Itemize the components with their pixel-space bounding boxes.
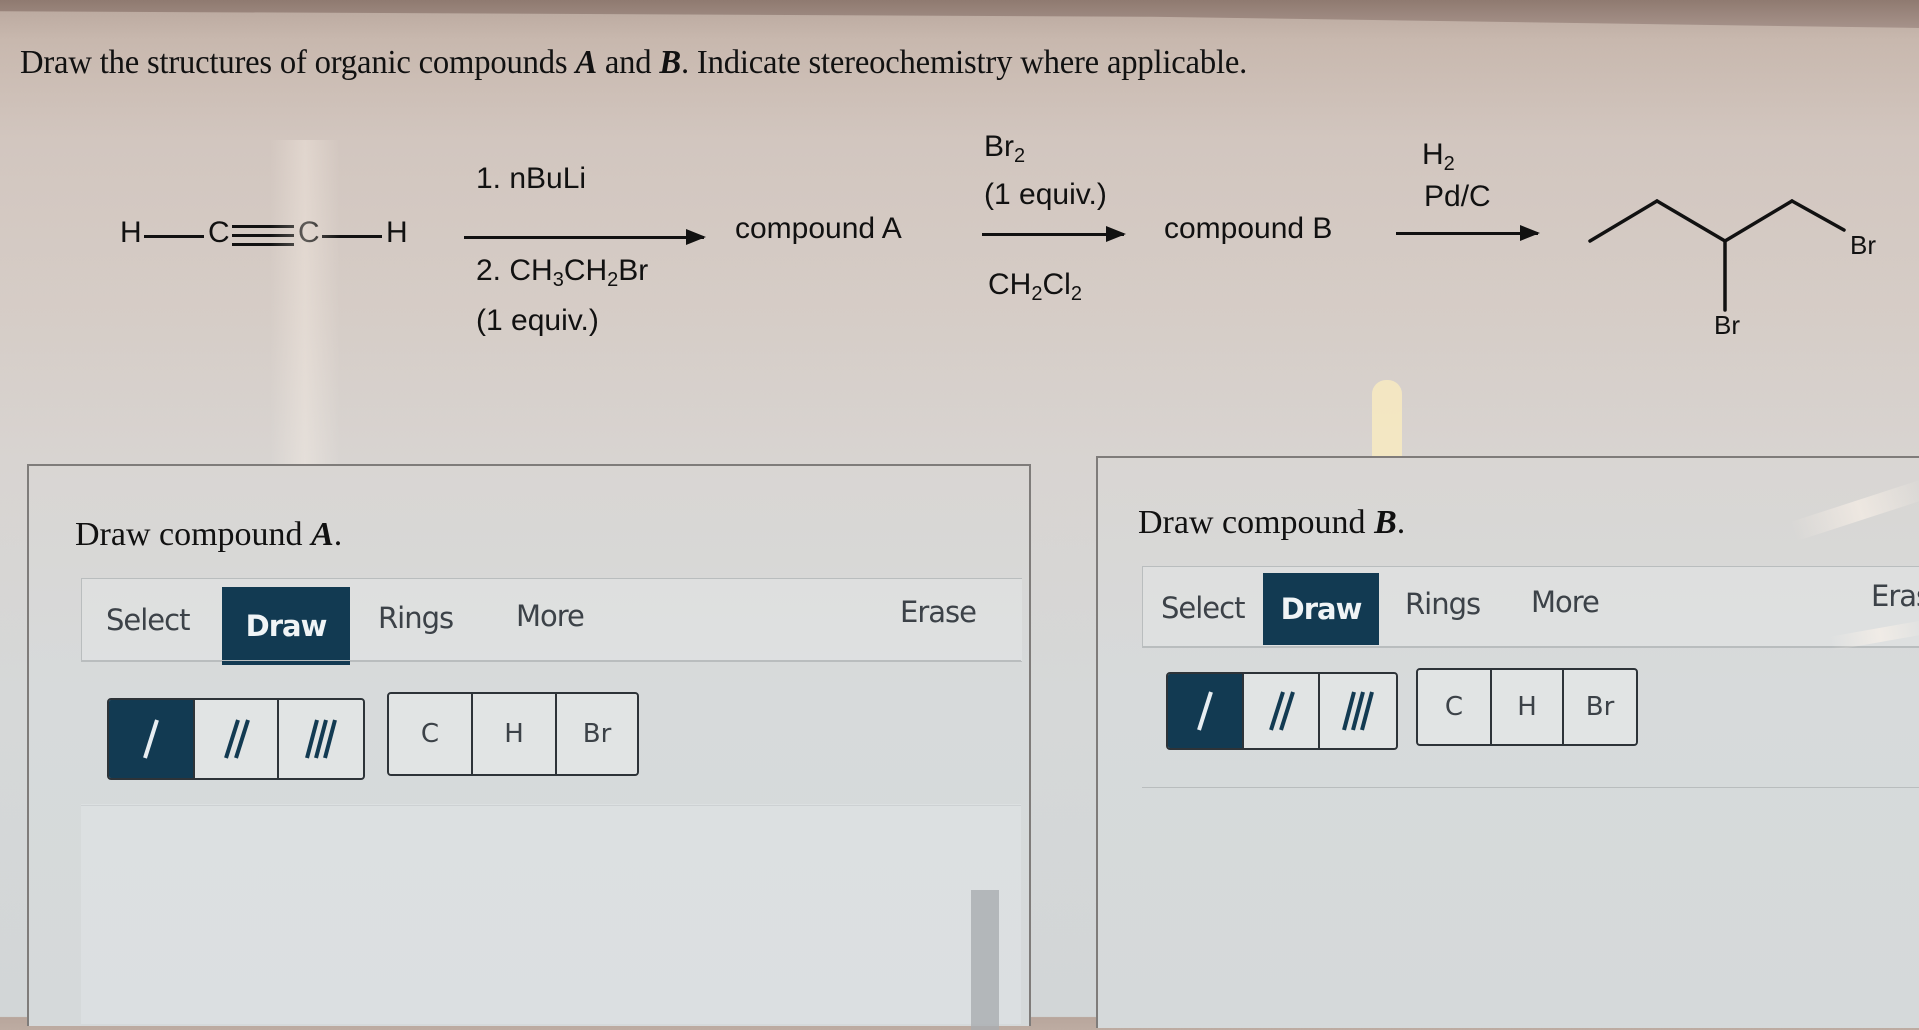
panel-b-canvas[interactable] — [1108, 788, 1919, 1028]
atom-tool-group-b: C H Br — [1416, 668, 1638, 746]
reaction-arrow-1 — [464, 229, 706, 245]
atom-h-button[interactable]: H — [1492, 670, 1564, 744]
atom-br-button[interactable]: Br — [1564, 670, 1636, 744]
double-bond-icon — [224, 719, 250, 759]
tab-rings[interactable]: Rings — [378, 601, 454, 635]
double-bond-icon — [1269, 691, 1295, 731]
step3-catalyst: Pd/C — [1424, 180, 1491, 213]
prompt-var-b: B — [659, 44, 681, 81]
tab-draw[interactable]: Draw — [1263, 573, 1379, 645]
bond-c3-c4 — [1723, 199, 1794, 243]
single-bond-icon — [1197, 691, 1213, 731]
atom-c-button[interactable]: C — [1418, 670, 1492, 744]
reaction-arrow-2 — [982, 226, 1126, 242]
step2-reagent-br2: Br2 — [984, 130, 1026, 167]
atom-h-left: H — [120, 216, 142, 249]
question-prompt: Draw the structures of organic compounds… — [20, 44, 1247, 82]
step2-solvent: CH2Cl2 — [988, 268, 1082, 305]
panel-a-canvas[interactable] — [81, 804, 1021, 1024]
triple-bond — [232, 225, 294, 228]
product-br-secondary: Br — [1714, 310, 1740, 340]
step1-reagent-2: 2. CH3CH2Br — [476, 254, 649, 291]
single-bond-button[interactable] — [109, 700, 195, 778]
step2-equiv: (1 equiv.) — [984, 178, 1107, 211]
panel-b-toolbar: Select Draw Rings More Eras — [1142, 566, 1919, 648]
panel-compound-b: Draw compound B. Select Draw Rings More … — [1096, 456, 1919, 1028]
atom-h-button[interactable]: H — [473, 694, 557, 774]
atom-c-button[interactable]: C — [389, 694, 473, 774]
tab-draw[interactable]: Draw — [222, 587, 350, 665]
panel-b-title: Draw compound B. — [1138, 504, 1406, 541]
atom-tool-group-a: C H Br — [387, 692, 639, 776]
step1-reagent-1: 1. nBuLi — [476, 162, 587, 195]
bond-c-h-right — [322, 235, 382, 238]
prompt-text-post: . Indicate stereochemistry where applica… — [680, 44, 1248, 81]
panel-compound-a: Draw compound A. Select Draw Rings More … — [27, 464, 1031, 1030]
reaction-arrow-3 — [1396, 225, 1540, 241]
screen-top-edge — [0, 0, 1919, 28]
atom-br-button[interactable]: Br — [557, 694, 637, 774]
atom-c1: C — [208, 216, 230, 249]
triple-bond-icon — [1342, 691, 1374, 731]
screen-glare — [270, 140, 340, 470]
compound-b-label: compound B — [1164, 212, 1333, 245]
tab-select[interactable]: Select — [1161, 591, 1245, 625]
bond-c4-br — [1790, 199, 1846, 232]
tab-more[interactable]: More — [1531, 585, 1600, 619]
triple-bond-button[interactable] — [1320, 674, 1396, 748]
tab-more[interactable]: More — [516, 599, 585, 633]
panel-a-title: Draw compound A. — [75, 516, 343, 553]
atom-h-right: H — [386, 216, 408, 249]
panel-a-scrollbar[interactable] — [971, 890, 999, 1030]
bond-h-c-left — [144, 235, 204, 238]
double-bond-button[interactable] — [195, 700, 279, 778]
triple-bond-icon — [305, 719, 337, 759]
tab-rings[interactable]: Rings — [1405, 587, 1481, 621]
single-bond-button[interactable] — [1168, 674, 1244, 748]
compound-a-label: compound A — [735, 212, 902, 245]
product-br-terminal: Br — [1850, 230, 1876, 260]
panel-a-toolbar: Select Draw Rings More Erase — [81, 578, 1022, 665]
bond-c2-c3 — [1655, 199, 1727, 243]
step3-reagent-h2: H2 — [1422, 138, 1455, 175]
double-bond-button[interactable] — [1244, 674, 1320, 748]
triple-bond-button[interactable] — [279, 700, 363, 778]
single-bond-icon — [143, 719, 159, 759]
bond-tool-group-b — [1166, 672, 1398, 750]
erase-button[interactable]: Eras — [1871, 579, 1919, 613]
bond-c1-c2 — [1588, 199, 1659, 243]
step1-equiv: (1 equiv.) — [476, 304, 599, 337]
prompt-var-a: A — [575, 44, 597, 81]
erase-button[interactable]: Erase — [900, 595, 977, 629]
prompt-text-and: and — [596, 44, 660, 81]
tab-select[interactable]: Select — [106, 603, 190, 637]
prompt-text: Draw the structures of organic compounds — [20, 44, 576, 81]
bond-tool-group-a — [107, 698, 365, 780]
atom-c2: C — [298, 216, 320, 249]
